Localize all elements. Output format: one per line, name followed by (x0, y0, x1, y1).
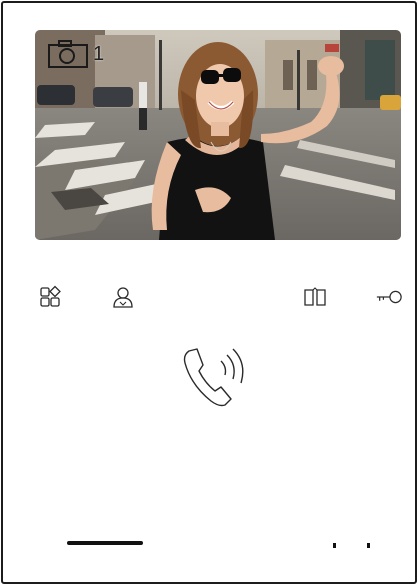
apps-icon (40, 285, 61, 307)
home-indicator[interactable] (67, 541, 143, 545)
indicator-dot (333, 543, 336, 548)
key-icon (376, 290, 402, 304)
indicator-dot (367, 543, 370, 548)
camera-icon (48, 40, 88, 68)
answer-call-button[interactable] (181, 339, 251, 417)
door-button[interactable] (301, 283, 329, 311)
intercom-screen: 1 (1, 1, 417, 584)
apps-button[interactable] (37, 283, 65, 311)
unlock-button[interactable] (375, 283, 403, 311)
camera-preview: 1 (35, 30, 401, 240)
snapshot-count: 1 (93, 42, 105, 65)
contact-icon (113, 287, 133, 308)
door-icon (304, 287, 326, 306)
contacts-button[interactable] (109, 283, 137, 311)
call-answer-icon (183, 348, 244, 407)
control-bar (3, 283, 415, 313)
snapshot-counter[interactable]: 1 (47, 38, 104, 70)
